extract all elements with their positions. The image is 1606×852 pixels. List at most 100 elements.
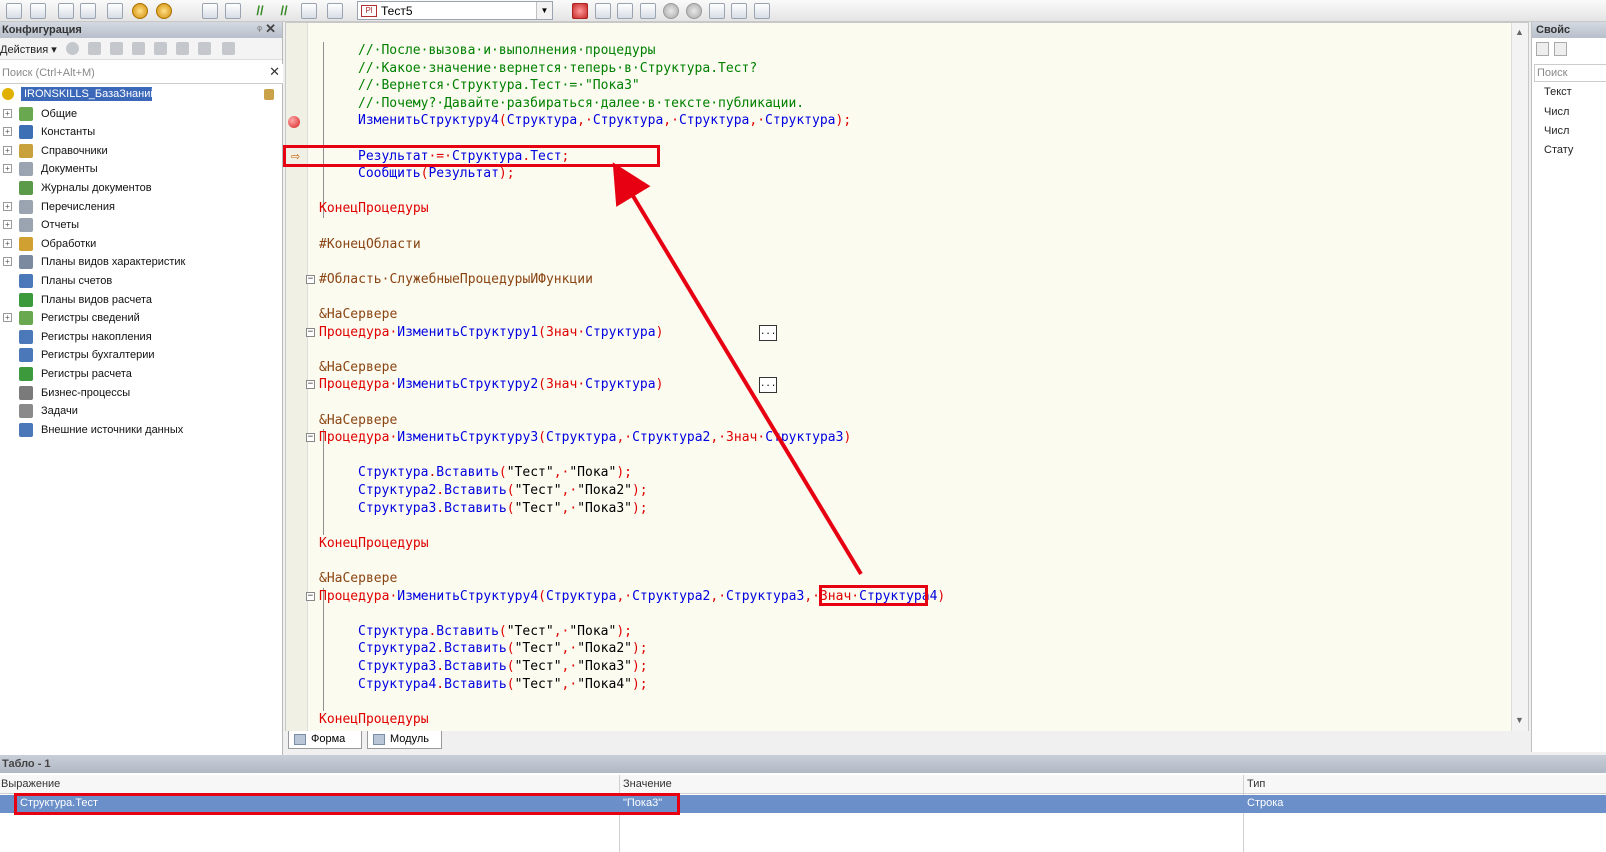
filter-icon[interactable] [222, 42, 235, 55]
close-icon[interactable]: ✕ [265, 21, 276, 37]
expand-icon[interactable]: + [3, 108, 12, 118]
tree-item[interactable]: Регистры бухгалтерии [0, 346, 283, 365]
code-line[interactable]: &НаСервере [319, 359, 397, 377]
database-icon[interactable] [58, 3, 74, 19]
column-value[interactable]: Значение [623, 778, 672, 790]
disable-breakpoint-icon[interactable] [617, 3, 633, 19]
property-row[interactable]: Стату [1544, 144, 1573, 156]
tree-item[interactable]: + Общие [0, 105, 283, 124]
move-down-icon[interactable] [176, 42, 189, 55]
code-editor[interactable]: − − − − −...... //·После·вызова·и·выполнения… [285, 22, 1529, 732]
procedure-combo[interactable]: Pl Тест5 ▼ [357, 1, 553, 20]
settings-icon[interactable] [754, 3, 770, 19]
search-input[interactable]: Поиск (Ctrl+Alt+M) ✕ [0, 64, 283, 84]
code-line[interactable]: //·Почему?·Давайте·разбираться·далее·в·т… [358, 95, 804, 113]
copy-icon[interactable] [110, 42, 123, 55]
code-line[interactable]: Сообщить(Результат); [358, 165, 515, 183]
code-line[interactable]: ИзменитьСтруктуру4(Структура,·Структура,… [358, 112, 851, 130]
code-line[interactable]: //·После·вызова·и·выполнения·процедуры [358, 42, 655, 60]
tab-form[interactable]: Форма [288, 731, 362, 749]
categories-icon[interactable] [1554, 42, 1567, 56]
save-icon[interactable] [30, 3, 46, 19]
pin-icon[interactable]: ᵠ [257, 22, 262, 38]
editor-gutter[interactable] [286, 23, 308, 731]
tree-item[interactable]: + Отчеты [0, 216, 283, 235]
debug-start-icon[interactable] [132, 3, 148, 19]
code-line[interactable]: #КонецОбласти [319, 236, 421, 254]
tree-item[interactable]: + Документы [0, 160, 283, 179]
form-icon[interactable] [731, 3, 747, 19]
vertical-scrollbar[interactable]: ▲ ▼ [1511, 23, 1528, 731]
code-line[interactable]: КонецПроцедуры [319, 711, 429, 729]
uncomment-icon[interactable]: // [276, 3, 292, 19]
fold-toggle-icon[interactable]: − [306, 274, 315, 284]
step-over-icon[interactable] [686, 3, 702, 19]
tab-module[interactable]: Модуль [367, 731, 442, 749]
code-line[interactable]: &НаСервере [319, 412, 397, 430]
code-line[interactable]: КонецПроцедуры [319, 200, 429, 218]
properties-search[interactable]: Поиск [1534, 64, 1606, 82]
code-line[interactable]: Структура4.Вставить("Тест",·"Пока4"); [358, 676, 648, 694]
fold-toggle-icon[interactable]: − [306, 591, 315, 601]
debug-step-icon[interactable] [156, 3, 172, 19]
paste-icon[interactable] [225, 3, 241, 19]
code-line[interactable]: Процедура·ИзменитьСтруктуру1(Знач·Структ… [319, 324, 663, 342]
clear-search-icon[interactable]: ✕ [269, 64, 280, 80]
column-divider[interactable] [1243, 775, 1244, 852]
move-up-icon[interactable] [154, 42, 167, 55]
breakpoint-list-icon[interactable] [595, 3, 611, 19]
column-type[interactable]: Тип [1247, 778, 1265, 790]
column-expression[interactable]: Выражение [1, 778, 60, 790]
comment-icon[interactable]: // [252, 3, 268, 19]
sort-icon[interactable] [198, 42, 211, 55]
tree-item[interactable]: Внешние источники данных [0, 421, 283, 440]
collapsed-body-button[interactable]: ... [759, 377, 777, 394]
tree-item[interactable]: Журналы документов [0, 179, 283, 198]
actions-menu[interactable]: Действия ▾ [0, 43, 57, 56]
step-icon[interactable] [663, 3, 679, 19]
run-icon[interactable] [107, 3, 123, 19]
sort-alpha-icon[interactable] [1536, 42, 1549, 56]
code-line[interactable]: Процедура·ИзменитьСтруктуру2(Знач·Структ… [319, 376, 663, 394]
delete-icon[interactable] [132, 42, 145, 55]
expand-icon[interactable]: + [3, 164, 12, 174]
tree-item[interactable]: + Константы [0, 123, 283, 142]
expand-icon[interactable]: + [3, 127, 12, 137]
tree-item[interactable]: Регистры расчета [0, 365, 283, 384]
copy-icon[interactable] [202, 3, 218, 19]
expand-icon[interactable]: + [3, 220, 12, 230]
tree-item[interactable]: Регистры накопления [0, 328, 283, 347]
scroll-up-icon[interactable]: ▲ [1515, 27, 1524, 37]
chevron-down-icon[interactable]: ▼ [536, 2, 552, 19]
tree-item[interactable]: + Справочники [0, 142, 283, 161]
fold-toggle-icon[interactable]: − [306, 380, 315, 390]
table-icon[interactable] [80, 3, 96, 19]
tree-item[interactable]: Планы счетов [0, 272, 283, 291]
tree-item[interactable]: + Обработки [0, 235, 283, 254]
code-line[interactable]: &НаСервере [319, 570, 397, 588]
cut-icon[interactable] [709, 3, 725, 19]
code-line[interactable]: КонецПроцедуры [319, 535, 429, 553]
add-icon[interactable] [66, 42, 79, 55]
code-line[interactable]: Структура3.Вставить("Тест",·"Пока3"); [358, 658, 648, 676]
property-row[interactable]: Числ [1544, 106, 1569, 118]
expand-icon[interactable]: + [3, 145, 12, 155]
fold-toggle-icon[interactable]: − [306, 327, 315, 337]
code-line[interactable]: //·Вернется·Структура.Тест·=·"Пока3" [358, 77, 640, 95]
procedures-icon[interactable] [327, 3, 343, 19]
expand-icon[interactable]: + [3, 238, 12, 248]
code-line[interactable]: #Область·СлужебныеПроцедурыИФункции [319, 271, 593, 289]
tree-item[interactable]: + Регистры сведений [0, 309, 283, 328]
code-line[interactable]: Структура3.Вставить("Тест",·"Пока3"); [358, 500, 648, 518]
code-line[interactable]: Структура2.Вставить("Тест",·"Пока2"); [358, 482, 648, 500]
tree-item[interactable]: Бизнес-процессы [0, 384, 283, 403]
code-line[interactable]: Процедура·ИзменитьСтруктуру3(Структура,·… [319, 429, 851, 447]
tree-item[interactable]: + Планы видов характеристик [0, 253, 283, 272]
fold-toggle-icon[interactable]: − [306, 433, 315, 443]
new-icon[interactable] [6, 3, 22, 19]
property-row[interactable]: Числ [1544, 125, 1569, 137]
code-line[interactable]: //·Какое·значение·вернется·теперь·в·Стру… [358, 60, 757, 78]
edit-icon[interactable] [88, 42, 101, 55]
breakpoint-icon[interactable] [572, 3, 588, 19]
code-line[interactable]: Структура2.Вставить("Тест",·"Пока2"); [358, 640, 648, 658]
